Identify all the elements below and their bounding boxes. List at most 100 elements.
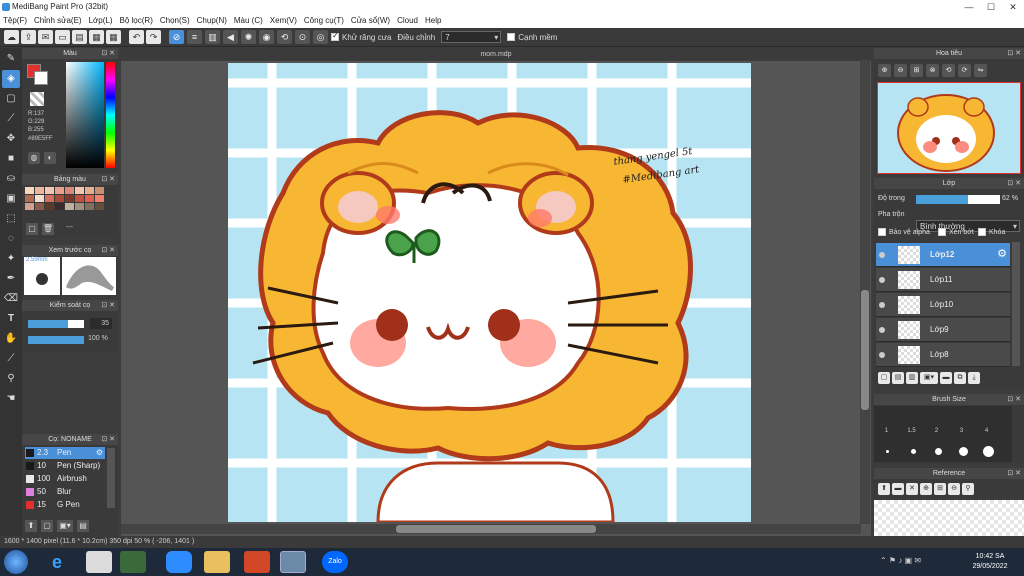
brush-size-value[interactable]: 35 bbox=[90, 318, 112, 329]
palette-swatch[interactable] bbox=[75, 195, 84, 202]
clipping-checkbox[interactable] bbox=[938, 228, 946, 236]
operation-tool-icon[interactable]: ✋ bbox=[2, 330, 20, 348]
panel-icon[interactable]: ▦ bbox=[89, 30, 104, 44]
panel-close-icon[interactable]: ⊡ ✕ bbox=[1007, 394, 1021, 405]
visibility-icon[interactable] bbox=[879, 252, 885, 258]
minimize-button[interactable]: — bbox=[958, 0, 980, 14]
fit-view-icon[interactable]: ⊞ bbox=[910, 64, 923, 77]
hue-slider[interactable] bbox=[106, 62, 115, 168]
snap-radial-icon[interactable]: ✺ bbox=[241, 30, 256, 44]
snap-parallel-icon[interactable]: ≡ bbox=[187, 30, 202, 44]
palette-swatch[interactable] bbox=[85, 195, 94, 202]
new-layer-icon[interactable]: ▢ bbox=[878, 372, 890, 384]
lock-checkbox[interactable] bbox=[978, 228, 986, 236]
eraser-tool-icon[interactable]: ◈ bbox=[2, 70, 20, 88]
select-tool-icon[interactable]: ⬚ bbox=[2, 210, 20, 228]
menu-window[interactable]: Cửa sổ(W) bbox=[351, 14, 390, 28]
brush-size-grid[interactable]: 1 1.5 2 3 4 bbox=[874, 406, 1012, 462]
brush-tool-icon[interactable]: ✎ bbox=[2, 50, 20, 68]
visibility-icon[interactable] bbox=[879, 352, 885, 358]
menu-tools[interactable]: Công cụ(T) bbox=[304, 14, 344, 28]
brush-opacity-slider[interactable] bbox=[28, 336, 84, 344]
powerpoint-icon[interactable] bbox=[244, 551, 270, 573]
reference-fit-icon[interactable]: ⊞ bbox=[934, 483, 946, 495]
transparent-color-swatch[interactable] bbox=[30, 92, 44, 106]
palette-swatch[interactable] bbox=[75, 203, 84, 210]
palette-swatch[interactable] bbox=[55, 187, 64, 194]
palette-swatch[interactable] bbox=[65, 203, 74, 210]
palette-swatches[interactable] bbox=[25, 187, 107, 219]
document-tab[interactable]: mom.mdp bbox=[121, 48, 871, 61]
new-brush-icon[interactable]: ▢ bbox=[41, 520, 53, 532]
delete-palette-icon[interactable]: 🗑 bbox=[42, 223, 54, 235]
folder-icon[interactable]: ▬ bbox=[940, 372, 952, 384]
reference-view[interactable] bbox=[874, 500, 1024, 536]
palette-swatch[interactable] bbox=[75, 187, 84, 194]
panel-close-icon[interactable]: ⊡ ✕ bbox=[1007, 178, 1021, 189]
palette-swatch[interactable] bbox=[35, 195, 44, 202]
layer-settings-icon[interactable]: ⚙ bbox=[997, 247, 1007, 260]
palette-swatch[interactable] bbox=[85, 203, 94, 210]
reference-zoom-out-icon[interactable]: ⊖ bbox=[948, 483, 960, 495]
horizontal-scrollbar[interactable] bbox=[121, 524, 861, 534]
layer-row[interactable]: Lớp9 bbox=[876, 318, 1010, 342]
taskbar-app-icon[interactable] bbox=[86, 551, 112, 573]
share-icon[interactable]: ⇪ bbox=[21, 30, 36, 44]
palette-swatch[interactable] bbox=[85, 187, 94, 194]
reference-close-icon[interactable]: ✕ bbox=[906, 483, 918, 495]
navigator-preview[interactable] bbox=[877, 82, 1021, 174]
panel-close-icon[interactable]: ⊡ ✕ bbox=[101, 245, 115, 256]
brush-item[interactable]: 15 G Pen bbox=[25, 499, 105, 511]
brush-delete-icon[interactable]: ▤ bbox=[77, 520, 89, 532]
move-tool-icon[interactable]: ✥ bbox=[2, 130, 20, 148]
menu-cloud[interactable]: Cloud bbox=[397, 14, 418, 28]
reference-zoom-in-icon[interactable]: ⊕ bbox=[920, 483, 932, 495]
reference-eyedropper-icon[interactable]: ⚲ bbox=[962, 483, 974, 495]
reference-cloud-icon[interactable]: ⬆ bbox=[878, 483, 890, 495]
select-eraser-icon[interactable]: ⌫ bbox=[2, 290, 20, 308]
palette-swatch[interactable] bbox=[35, 187, 44, 194]
visibility-icon[interactable] bbox=[879, 327, 885, 333]
antialias-checkbox[interactable] bbox=[331, 31, 339, 41]
menu-help[interactable]: Help bbox=[425, 14, 441, 28]
panel-close-icon[interactable]: ⊡ ✕ bbox=[101, 174, 115, 185]
size-dot[interactable] bbox=[911, 449, 916, 454]
zoom-app-icon[interactable] bbox=[166, 551, 192, 573]
redo-icon[interactable]: ↷ bbox=[146, 30, 161, 44]
layer-row[interactable]: Lớp12 ⚙ bbox=[876, 243, 1010, 267]
snap-cross-icon[interactable]: ▥ bbox=[205, 30, 220, 44]
size-dot[interactable] bbox=[983, 446, 994, 457]
menu-edit[interactable]: Chỉnh sửa(E) bbox=[34, 14, 82, 28]
palette-swatch[interactable] bbox=[25, 195, 34, 202]
palette-swatch[interactable] bbox=[45, 187, 54, 194]
brush-item[interactable]: 100 Airbrush bbox=[25, 473, 105, 485]
artwork-canvas[interactable]: thang yengel 5t #Medibang art bbox=[228, 63, 751, 522]
lasso-tool-icon[interactable]: ◌ bbox=[2, 230, 20, 248]
layer-row[interactable]: Lớp10 bbox=[876, 293, 1010, 317]
visibility-icon[interactable] bbox=[879, 277, 885, 283]
snap-circle-icon[interactable]: ◉ bbox=[259, 30, 274, 44]
panel-close-icon[interactable]: ⊡ ✕ bbox=[1007, 468, 1021, 479]
brush-item[interactable]: 50 Blur bbox=[25, 486, 105, 498]
add-layer-menu-icon[interactable]: ▣▾ bbox=[920, 372, 938, 384]
protect-alpha-checkbox[interactable] bbox=[878, 228, 886, 236]
magic-wand-icon[interactable]: ✦ bbox=[2, 250, 20, 268]
brush-size-slider[interactable] bbox=[28, 320, 84, 328]
close-button[interactable]: ✕ bbox=[1002, 0, 1024, 14]
menu-file[interactable]: Tệp(F) bbox=[3, 14, 27, 28]
grid-icon[interactable]: ▦ bbox=[106, 30, 121, 44]
new-halftone-layer-icon[interactable]: ▤ bbox=[892, 372, 904, 384]
zoom-out-icon[interactable]: ⊖ bbox=[894, 64, 907, 77]
brush-list-scrollbar[interactable] bbox=[107, 448, 115, 508]
select-pen-icon[interactable]: ✒ bbox=[2, 270, 20, 288]
background-color-swatch[interactable] bbox=[34, 71, 48, 85]
menu-filter[interactable]: Bộ lọc(R) bbox=[120, 14, 153, 28]
palette-swatch[interactable] bbox=[25, 203, 34, 210]
brush-settings-icon[interactable]: ⚙ bbox=[96, 447, 103, 459]
taskbar-active-app-icon[interactable] bbox=[120, 551, 146, 573]
zoom-in-icon[interactable]: ⊕ bbox=[878, 64, 891, 77]
layout-icon[interactable]: ▤ bbox=[72, 30, 87, 44]
menu-layer[interactable]: Lớp(L) bbox=[89, 14, 113, 28]
palette-swatch[interactable] bbox=[65, 195, 74, 202]
file-explorer-icon[interactable] bbox=[204, 551, 230, 573]
